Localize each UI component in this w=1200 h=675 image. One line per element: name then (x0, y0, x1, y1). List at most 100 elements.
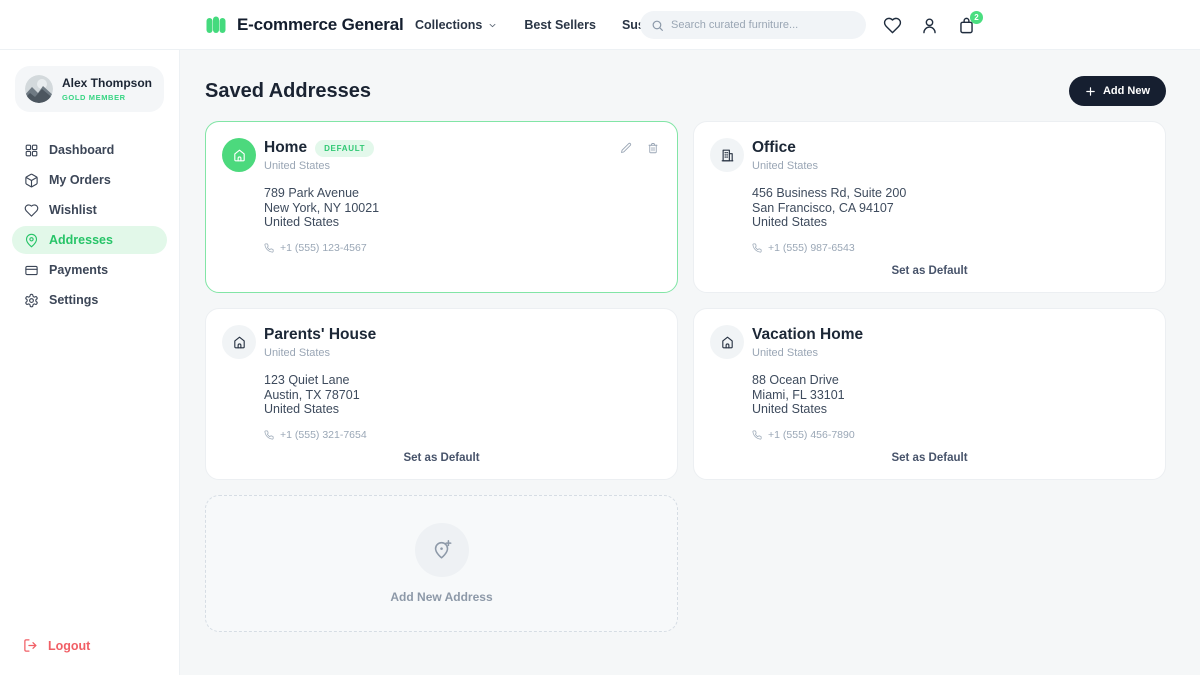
address-details: 88 Ocean DriveMiami, FL 33101United Stat… (752, 373, 1149, 441)
sidebar-item-dashboard[interactable]: Dashboard (12, 136, 167, 164)
add-address-label: Add New Address (390, 590, 492, 604)
sidebar-item-label: Payments (49, 263, 108, 277)
address-country: United States (264, 347, 376, 359)
address-name: Parents' House (264, 326, 376, 344)
sidebar-item-label: Wishlist (49, 203, 97, 217)
settings-icon (24, 293, 39, 308)
phone-number: +1 (555) 987-6543 (768, 242, 855, 254)
wishlist-icon[interactable] (883, 16, 902, 35)
delete-icon[interactable] (647, 142, 659, 154)
address-line: 789 Park Avenue (264, 186, 661, 201)
phone-row: +1 (555) 987-6543 (752, 242, 1149, 254)
add-new-button-label: Add New (1103, 85, 1150, 97)
nav-link-collections[interactable]: Collections (415, 18, 498, 32)
address-line: 88 Ocean Drive (752, 373, 1149, 388)
address-card-grid: Home Default United States 789 Park Aven… (205, 121, 1166, 632)
sidebar-item-addresses[interactable]: Addresses (12, 226, 167, 254)
card-actions (620, 142, 659, 154)
address-details: 456 Business Rd, Suite 200San Francisco,… (752, 186, 1149, 254)
phone-icon (752, 430, 762, 440)
set-as-default-button[interactable]: Set as Default (206, 452, 677, 464)
edit-icon[interactable] (620, 142, 632, 154)
nav-icon-group: 2 (883, 0, 976, 50)
add-address-pin-icon (415, 523, 469, 577)
sidebar-item-settings[interactable]: Settings (12, 286, 167, 314)
sidebar-item-label: Dashboard (49, 143, 114, 157)
account-icon[interactable] (920, 16, 939, 35)
brand[interactable]: E-commerce General (204, 0, 403, 50)
dashboard-icon (24, 143, 39, 158)
add-new-button[interactable]: Add New (1069, 76, 1166, 106)
brand-name: E-commerce General (237, 15, 403, 35)
set-as-default-button[interactable]: Set as Default (694, 265, 1165, 277)
address-country: United States (752, 347, 863, 359)
search-icon (651, 19, 664, 32)
sidebar-item-label: Addresses (49, 233, 113, 247)
card-head: Parents' House United States (222, 325, 661, 359)
home-icon (222, 138, 256, 172)
user-name: Alex Thompson (62, 77, 152, 90)
address-details: 123 Quiet LaneAustin, TX 78701United Sta… (264, 373, 661, 441)
address-line: Miami, FL 33101 (752, 388, 1149, 403)
sidebar: Alex Thompson GOLD MEMBER Dashboard My Or… (0, 50, 180, 675)
address-line: Austin, TX 78701 (264, 388, 661, 403)
set-as-default-button[interactable]: Set as Default (694, 452, 1165, 464)
address-card: Office United States 456 Business Rd, Su… (693, 121, 1166, 293)
orders-icon (24, 173, 39, 188)
sidebar-item-label: My Orders (49, 173, 111, 187)
default-badge: Default (315, 140, 374, 157)
address-card: Home Default United States 789 Park Aven… (205, 121, 678, 293)
home-icon (222, 325, 256, 359)
page-header: Saved Addresses Add New (205, 76, 1166, 106)
sidebar-item-label: Settings (49, 293, 98, 307)
address-card: Parents' House United States 123 Quiet L… (205, 308, 678, 480)
address-line: New York, NY 10021 (264, 201, 661, 216)
address-line: United States (264, 215, 661, 230)
address-line: United States (752, 402, 1149, 417)
main-content: Saved Addresses Add New Home Default Uni… (180, 50, 1200, 675)
wishlist-icon (24, 203, 39, 218)
user-tier-badge: GOLD MEMBER (62, 93, 152, 102)
user-card: Alex Thompson GOLD MEMBER (15, 66, 164, 112)
phone-row: +1 (555) 321-7654 (264, 429, 661, 441)
card-head: Vacation Home United States (710, 325, 1149, 359)
chevron-down-icon (487, 20, 498, 31)
address-line: United States (752, 215, 1149, 230)
address-country: United States (752, 160, 818, 172)
logout-label: Logout (48, 639, 90, 653)
phone-icon (264, 243, 274, 253)
phone-icon (264, 430, 274, 440)
card-head: Home Default United States (222, 138, 661, 172)
address-name: Vacation Home (752, 326, 863, 344)
address-line: 456 Business Rd, Suite 200 (752, 186, 1149, 201)
home-icon (710, 325, 744, 359)
sidebar-item-wishlist[interactable]: Wishlist (12, 196, 167, 224)
address-line: 123 Quiet Lane (264, 373, 661, 388)
phone-number: +1 (555) 456-7890 (768, 429, 855, 441)
building-icon (710, 138, 744, 172)
nav-link-label: Collections (415, 18, 482, 32)
card-head: Office United States (710, 138, 1149, 172)
logout-icon (23, 638, 38, 653)
phone-row: +1 (555) 456-7890 (752, 429, 1149, 441)
search-input[interactable] (671, 19, 855, 31)
page-title: Saved Addresses (205, 80, 371, 103)
phone-number: +1 (555) 321-7654 (280, 429, 367, 441)
address-name: Office (752, 139, 796, 157)
address-name: Home (264, 139, 307, 157)
brand-logo-icon (204, 13, 228, 37)
avatar (25, 75, 53, 103)
sidebar-item-orders[interactable]: My Orders (12, 166, 167, 194)
search-bar (640, 11, 866, 39)
phone-number: +1 (555) 123-4567 (280, 242, 367, 254)
sidebar-menu: Dashboard My Orders Wishlist Addresses Payme… (12, 136, 167, 314)
addresses-icon (24, 233, 39, 248)
logout-button[interactable]: Logout (23, 638, 90, 653)
phone-row: +1 (555) 123-4567 (264, 242, 661, 254)
cart-icon[interactable]: 2 (957, 16, 976, 35)
nav-link-label: Best Sellers (524, 18, 596, 32)
nav-link-best-sellers[interactable]: Best Sellers (524, 18, 596, 32)
sidebar-item-payments[interactable]: Payments (12, 256, 167, 284)
address-card: Vacation Home United States 88 Ocean Dri… (693, 308, 1166, 480)
add-new-address-card[interactable]: Add New Address (205, 495, 678, 632)
